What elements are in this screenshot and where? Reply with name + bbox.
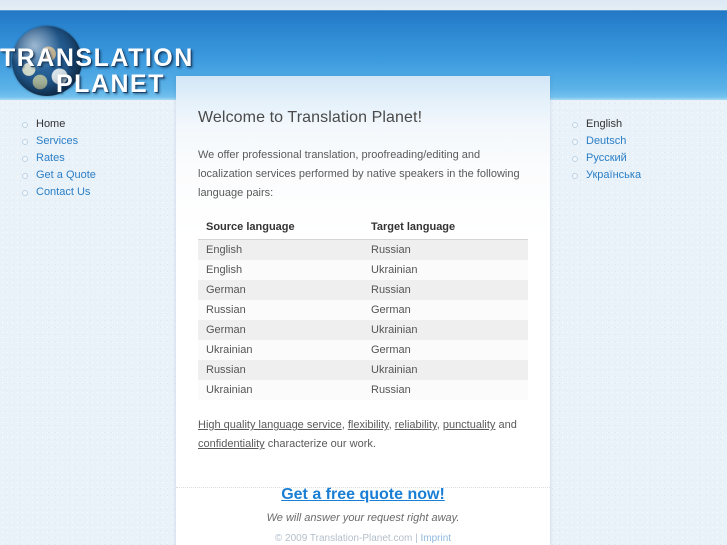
cell-source: English	[198, 239, 363, 260]
cell-source: English	[198, 260, 363, 280]
page-title: Welcome to Translation Planet!	[198, 109, 423, 126]
link-confidentiality[interactable]: confidentiality	[198, 438, 265, 450]
bullet-icon	[572, 156, 578, 162]
bullet-icon	[22, 156, 28, 162]
table-row: Ukrainian German	[198, 340, 528, 360]
language-item-deutsch[interactable]: Deutsch	[572, 133, 717, 150]
table-row: German Russian	[198, 280, 528, 300]
nav-item-label[interactable]: Rates	[36, 152, 65, 164]
bullet-icon	[572, 173, 578, 179]
bullet-icon	[22, 122, 28, 128]
features-paragraph: High quality language service, flexibili…	[198, 400, 528, 454]
bullet-icon	[572, 122, 578, 128]
nav-item-get-a-quote[interactable]: Get a Quote	[22, 167, 172, 184]
table-row: English Russian	[198, 239, 528, 260]
footer-divider	[176, 487, 550, 489]
cell-target: Ukrainian	[363, 260, 528, 280]
call-to-action: Get a free quote now! We will answer you…	[198, 454, 528, 524]
nav-item-label[interactable]: Contact Us	[36, 186, 90, 198]
link-flexibility[interactable]: flexibility	[348, 419, 389, 431]
language-item-label[interactable]: Русский	[586, 152, 627, 164]
table-row: German Ukrainian	[198, 320, 528, 340]
language-item-label[interactable]: English	[586, 118, 622, 130]
bullet-icon	[572, 139, 578, 145]
nav-item-label[interactable]: Get a Quote	[36, 169, 96, 181]
language-item-ukrainian[interactable]: Українська	[572, 167, 717, 184]
features-tail: characterize our work.	[264, 438, 376, 450]
copyright-text: © 2009 Translation-Planet.com |	[274, 533, 421, 544]
logo-text-line2: PLANET	[56, 70, 165, 98]
column-header-target: Target language	[363, 217, 528, 240]
cell-target: German	[363, 300, 528, 320]
cell-target: German	[363, 340, 528, 360]
nav-item-label[interactable]: Services	[36, 135, 78, 147]
nav-item-services[interactable]: Services	[22, 133, 172, 150]
bullet-icon	[22, 139, 28, 145]
nav-item-contact-us[interactable]: Contact Us	[22, 184, 172, 201]
cell-source: Russian	[198, 300, 363, 320]
language-item-russian[interactable]: Русский	[572, 150, 717, 167]
intro-paragraph: We offer professional translation, proof…	[198, 149, 520, 199]
main-navigation: Home Services Rates Get a Quote Contact …	[22, 116, 172, 201]
cell-target: Russian	[363, 280, 528, 300]
link-high-quality-language-service[interactable]: High quality language service	[198, 419, 342, 431]
language-item-label[interactable]: Deutsch	[586, 135, 626, 147]
language-item-label[interactable]: Українська	[586, 169, 641, 181]
language-navigation: English Deutsch Русский Українська	[572, 116, 717, 184]
top-strip	[0, 0, 727, 10]
logo-text-line1: TRANSLATION	[0, 44, 194, 72]
link-reliability[interactable]: reliability	[395, 419, 437, 431]
cell-source: Ukrainian	[198, 380, 363, 400]
table-row: English Ukrainian	[198, 260, 528, 280]
bullet-icon	[22, 173, 28, 179]
bullet-icon	[22, 190, 28, 196]
cell-target: Ukrainian	[363, 320, 528, 340]
cell-target: Ukrainian	[363, 360, 528, 380]
features-separator: and	[495, 419, 517, 431]
imprint-link[interactable]: Imprint	[421, 533, 452, 544]
language-item-english[interactable]: English	[572, 116, 717, 133]
table-header-row: Source language Target language	[198, 217, 528, 240]
link-punctuality[interactable]: punctuality	[443, 419, 496, 431]
language-pairs-table: Source language Target language English …	[198, 217, 528, 400]
cell-source: German	[198, 280, 363, 300]
content-panel: Welcome to Translation Planet! We offer …	[176, 76, 550, 545]
table-row: Russian Ukrainian	[198, 360, 528, 380]
nav-item-home[interactable]: Home	[22, 116, 172, 133]
cell-target: Russian	[363, 380, 528, 400]
footer: © 2009 Translation-Planet.com | Imprint	[176, 533, 550, 544]
column-header-source: Source language	[198, 217, 363, 240]
call-to-action-subtitle: We will answer your request right away.	[266, 512, 460, 524]
nav-item-rates[interactable]: Rates	[22, 150, 172, 167]
cell-target: Russian	[363, 239, 528, 260]
content-panel-inner: Welcome to Translation Planet! We offer …	[176, 76, 550, 524]
cell-source: Russian	[198, 360, 363, 380]
table-row: Russian German	[198, 300, 528, 320]
nav-item-label[interactable]: Home	[36, 118, 65, 130]
table-row: Ukrainian Russian	[198, 380, 528, 400]
cell-source: Ukrainian	[198, 340, 363, 360]
cell-source: German	[198, 320, 363, 340]
